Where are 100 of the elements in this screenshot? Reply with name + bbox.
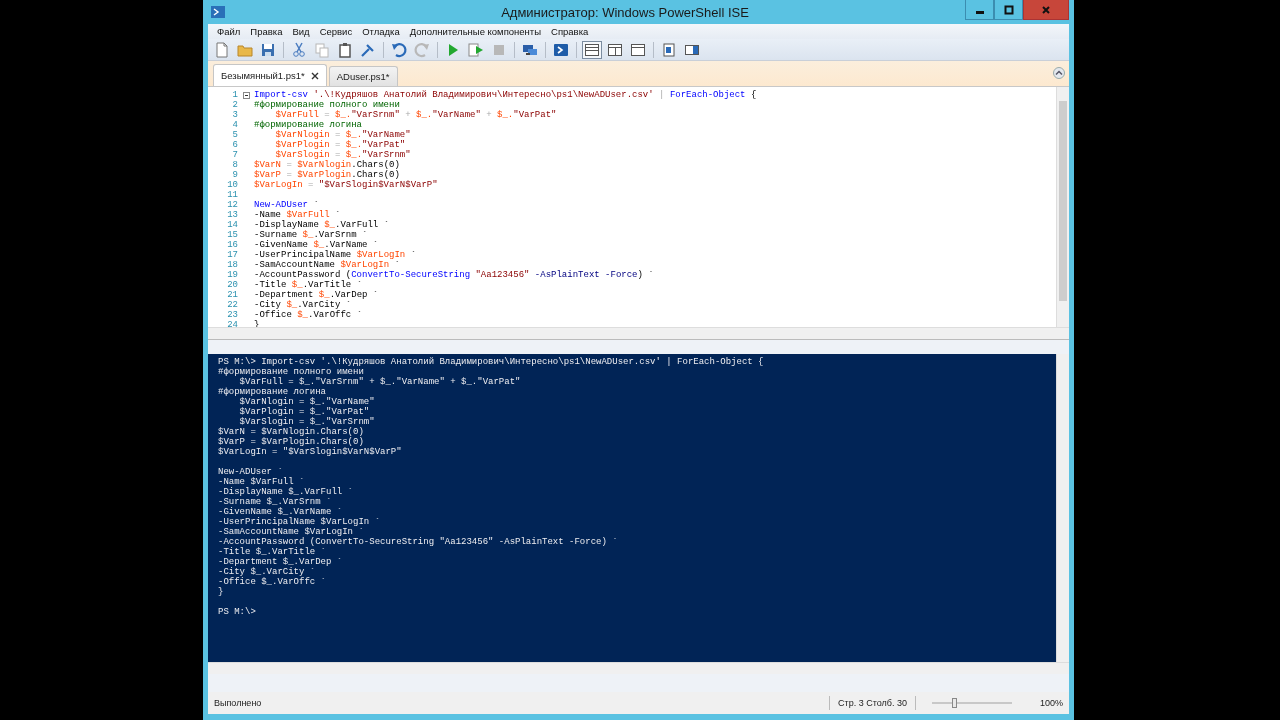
console-line: -AccountPassword (ConvertTo-SecureString "Aa123456" -AsPlainText -Force) ` [218, 537, 619, 547]
menu-item[interactable]: Дополнительные компоненты [404, 26, 547, 37]
code-line: -DisplayName $_.VarFull ` [254, 220, 390, 230]
console-line: -DisplayName $_.VarFull ` [218, 487, 355, 497]
line-number: 4 [231, 120, 238, 130]
code-line: $VarN = $VarNlogin.Chars(0) [254, 160, 400, 170]
console-line: -City $_.VarCity ` [218, 567, 317, 577]
zoom-slider[interactable] [931, 698, 1012, 708]
code-line: -Title $_.VarTitle ` [254, 280, 363, 290]
code-line: -GivenName $_.VarName ` [254, 240, 379, 250]
line-number: 1 [231, 90, 238, 100]
line-number: 13 [226, 210, 238, 220]
console-line: $VarFull = $_."VarSrnm" + $_."VarName" + $_."VarPat" [238, 377, 522, 387]
file-tab[interactable]: ADuser.ps1* [328, 66, 398, 86]
undo-icon[interactable] [389, 40, 409, 59]
code-line: -Department $_.VarDep ` [254, 290, 379, 300]
menu-item[interactable]: Правка [245, 26, 288, 37]
line-number: 14 [226, 220, 238, 230]
line-indicator: Стр. 3 [838, 698, 864, 708]
code-line: $VarLogIn = "$VarSlogin$VarN$VarP" [254, 180, 438, 190]
pane-top-icon[interactable] [582, 40, 602, 59]
menu-item[interactable]: Отладка [357, 26, 405, 37]
console-line: PS M:\> Import-csv '.\!Кудряшов Анатолий Владимирович\Интересно\ps1\NewADUser.csv' | ForEach-Object { [218, 357, 765, 367]
file-tab[interactable]: Безымянный1.ps1* [213, 64, 327, 86]
line-number: 11 [226, 190, 238, 200]
console-line: $VarNlogin = $_."VarName" [238, 397, 376, 407]
console-line: -UserPrincipalName $VarLogIn ` [218, 517, 382, 527]
code-line: -Office $_.VarOffc ` [254, 310, 363, 320]
line-number: 17 [226, 250, 238, 260]
vertical-scrollbar[interactable] [1056, 87, 1069, 327]
maximize-icon [1003, 4, 1014, 15]
code-line: $VarPlogin = $_."VarPat" [274, 140, 406, 150]
code-line: $VarP = $VarPlogin.Chars(0) [254, 170, 400, 180]
console-line: -Office $_.VarOffc ` [218, 577, 328, 587]
menu-item[interactable]: Вид [287, 26, 315, 37]
code-line: -AccountPassword (ConvertTo-SecureString "Aa123456" -AsPlainText -Force) ` [254, 270, 654, 280]
line-number: 23 [226, 310, 238, 320]
status-message: Выполнено [214, 698, 263, 708]
code-line: -City $_.VarCity ` [254, 300, 352, 310]
console-line: $VarPlogin = $_."VarPat" [238, 407, 371, 417]
close-icon [1041, 4, 1051, 15]
code-line: $VarSlogin = $_."VarSrnm" [274, 150, 411, 160]
line-number: 5 [231, 130, 238, 140]
code-line: -UserPrincipalName $VarLogIn ` [254, 250, 417, 260]
window-title: Администратор: Windows PowerShell ISE [500, 4, 750, 20]
menu-item[interactable]: Сервис [314, 26, 358, 37]
line-number: 8 [231, 160, 238, 170]
horizontal-scrollbar[interactable] [208, 662, 1069, 674]
console-line: -Surname $_.VarSrnm ` [218, 497, 333, 507]
line-number: 15 [226, 230, 238, 240]
line-number: 18 [226, 260, 238, 270]
minimize-icon [975, 10, 984, 14]
code-line: $VarNlogin = $_."VarName" [274, 130, 411, 140]
fold-icon[interactable] [242, 91, 250, 99]
console-line: $VarP = $VarPlogin.Chars(0) [218, 437, 365, 447]
line-number: 9 [231, 170, 238, 180]
line-number: 6 [231, 140, 238, 150]
code-line: Import-csv '.\!Кудряшов Анатолий Владимирович\Интересно\ps1\NewADUser.csv' | ForEach-Object { [254, 90, 757, 100]
horizontal-scrollbar[interactable] [208, 327, 1069, 339]
powershell-icon [211, 6, 225, 18]
column-indicator: Столб. 30 [866, 698, 907, 708]
vertical-scrollbar[interactable] [1056, 354, 1069, 662]
code-line: $VarFull = $_."VarSrnm" + $_."VarName" + $_."VarPat" [274, 110, 557, 120]
line-number: 22 [226, 300, 238, 310]
code-line: New-ADUser ` [254, 200, 319, 210]
console-line: New-ADUser ` [218, 466, 284, 477]
console-line: PS M:\> [218, 606, 257, 617]
line-number: 21 [226, 290, 238, 300]
minimize-button[interactable] [965, 0, 994, 20]
console-line: -SamAccountName $VarLogIn ` [218, 527, 365, 537]
close-icon[interactable] [310, 71, 319, 80]
console-line: #формирование полного имени [218, 367, 365, 377]
console-line: -Name $VarFull ` [218, 477, 306, 487]
line-number: 12 [226, 200, 238, 210]
console-line: -Title $_.VarTitle ` [218, 547, 328, 557]
console-line: $VarN = $VarNlogin.Chars(0) [218, 427, 365, 437]
code-line: #формирование логина [254, 120, 363, 130]
collapse-icon[interactable] [1053, 67, 1065, 79]
console-line: -GivenName $_.VarName ` [218, 507, 344, 517]
line-number: 2 [231, 100, 238, 110]
menu-item[interactable]: Файл [212, 26, 246, 37]
close-button[interactable] [1023, 0, 1069, 20]
console-line: $VarLogIn = "$VarSlogin$VarN$VarP" [218, 447, 403, 457]
code-line: -Name $VarFull ` [254, 210, 341, 220]
line-number: 20 [226, 280, 238, 290]
console-line: } [218, 587, 225, 597]
console-line: #формирование логина [218, 387, 328, 397]
console-line: $VarSlogin = $_."VarSrnm" [238, 417, 376, 427]
line-number: 10 [226, 180, 238, 190]
code-line: -Surname $_.VarSrnm ` [254, 230, 368, 240]
console-line: -Department $_.VarDep ` [218, 557, 344, 567]
zoom-level: 100% [1039, 698, 1063, 708]
code-line: -SamAccountName $VarLogIn ` [254, 260, 400, 270]
line-number: 19 [226, 270, 238, 280]
line-number: 24 [226, 320, 238, 330]
code-line: #формирование полного имени [254, 100, 400, 110]
line-number: 7 [231, 150, 238, 160]
menu-item[interactable]: Справка [546, 26, 594, 37]
maximize-button[interactable] [994, 0, 1023, 20]
line-number: 3 [231, 110, 238, 120]
